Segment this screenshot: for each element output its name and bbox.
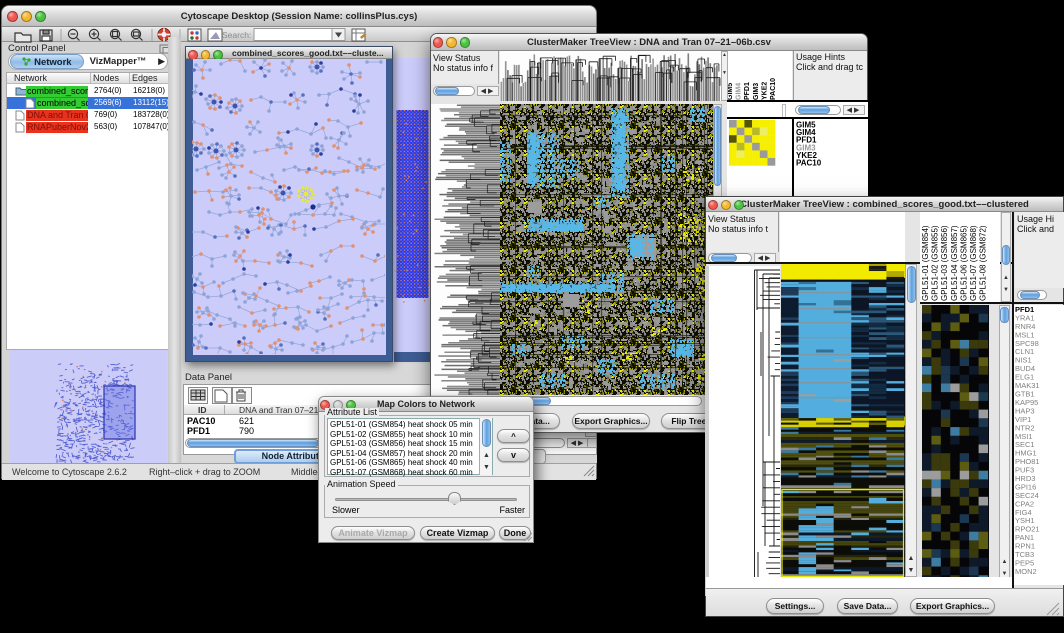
- svg-text:Search:: Search:: [222, 30, 251, 40]
- svg-text:GPL51-03 (GSM856): GPL51-03 (GSM856): [940, 225, 949, 301]
- svg-text:PAC10: PAC10: [770, 78, 777, 100]
- svg-text:GPL51-04 (GSM857): GPL51-04 (GSM857): [950, 225, 959, 301]
- svg-text:GPL51-06 (GSM865): GPL51-06 (GSM865): [959, 225, 968, 301]
- svg-text:YKE2: YKE2: [761, 82, 768, 100]
- svg-text:GPL51-02 (GSM855): GPL51-02 (GSM855): [931, 225, 940, 301]
- svg-text:PAC10: PAC10: [796, 159, 822, 168]
- svg-text:GIM5: GIM5: [728, 83, 734, 100]
- svg-text:GIM4: GIM4: [736, 83, 743, 100]
- svg-text:GPL51-01 (GSM854): GPL51-01 (GSM854): [921, 225, 930, 301]
- svg-text:GPL51-08 (GSM872): GPL51-08 (GSM872): [979, 225, 988, 301]
- svg-text:PFD1: PFD1: [744, 82, 751, 100]
- svg-text:GIM3: GIM3: [753, 83, 760, 100]
- svg-text:GPL51-07 (GSM868): GPL51-07 (GSM868): [969, 225, 978, 301]
- svg-text:MON2: MON2: [1015, 567, 1037, 576]
